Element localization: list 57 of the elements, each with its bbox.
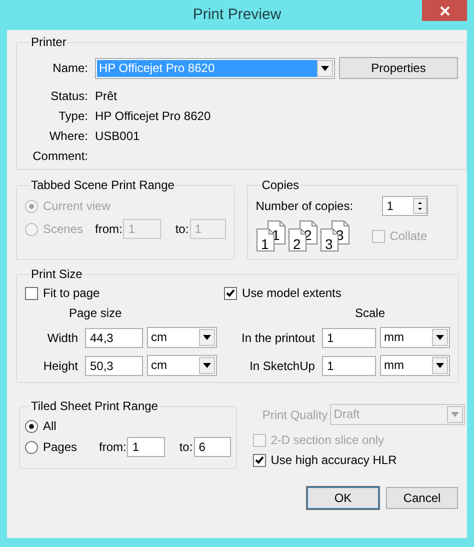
dropdown[interactable]: mm <box>380 355 450 376</box>
name-label: Name: <box>52 60 89 77</box>
input-field[interactable]: 1 <box>127 437 166 457</box>
checkbox[interactable] <box>224 286 237 300</box>
group-title: Tiled Sheet Print Range <box>30 398 159 415</box>
close-icon <box>440 6 450 16</box>
copies-label: Number of copies: <box>256 198 354 215</box>
dropdown[interactable]: cm <box>147 327 217 348</box>
collate-label: Collate <box>390 228 428 245</box>
info-label: Type: <box>58 108 89 124</box>
info-label: Comment: <box>32 148 89 164</box>
input-field[interactable]: 50,3 <box>85 356 143 376</box>
checkbox-label: Fit to page <box>43 285 100 302</box>
group-title: Copies <box>260 177 300 194</box>
field-label: Height <box>42 358 79 374</box>
print-quality-label: Print Quality <box>261 406 329 424</box>
radio-button[interactable] <box>25 440 38 454</box>
to-label: to: <box>175 221 189 238</box>
radio-label: Current view <box>43 198 110 215</box>
checkbox-label: 2-D section slice only <box>270 432 384 449</box>
input-field[interactable]: 6 <box>194 437 231 457</box>
input-field[interactable]: 1 <box>322 328 376 348</box>
close-button[interactable] <box>422 0 467 21</box>
window-title: Print Preview <box>192 4 282 25</box>
radio-label: All <box>43 418 58 435</box>
from-label: from: <box>99 439 126 456</box>
dropdown[interactable]: cm <box>147 355 217 376</box>
radio-label: Pages <box>43 439 78 456</box>
column-heading: Page size <box>69 305 123 320</box>
checkbox[interactable] <box>252 454 266 466</box>
properties-button[interactable]: Properties <box>339 57 458 79</box>
copies-spinner[interactable]: 1 <box>382 196 428 216</box>
checkbox[interactable] <box>25 286 38 300</box>
info-label: Where: <box>48 128 89 144</box>
info-value: Prêt <box>95 88 118 104</box>
field-label: Width <box>46 330 79 346</box>
field-label: In the printout <box>240 330 316 346</box>
field-label: In SketchUp <box>248 358 316 374</box>
dropdown[interactable]: mm <box>380 327 450 348</box>
checkbox-label: Use model extents <box>242 285 342 302</box>
from-label: from: <box>95 221 122 238</box>
to-label: to: <box>179 439 193 456</box>
radio-label: Scenes <box>43 221 84 238</box>
column-heading: Scale <box>355 305 386 320</box>
spin-arrows-icon[interactable] <box>412 198 427 214</box>
dialog-button[interactable]: OK <box>307 487 379 509</box>
group-title: Printer <box>30 34 68 51</box>
input-field[interactable]: 1 <box>322 356 376 376</box>
input-field[interactable]: 44,3 <box>85 328 143 348</box>
checkbox-label: Use high accuracy HLR <box>270 452 397 469</box>
group-title: Tabbed Scene Print Range <box>30 177 176 194</box>
info-label: Status: <box>50 88 89 104</box>
dialog-button[interactable]: Cancel <box>386 487 458 509</box>
group-title: Print Size <box>30 266 84 283</box>
radio-button[interactable] <box>25 420 38 432</box>
info-value: USB001 <box>95 128 140 144</box>
info-value: HP Officejet Pro 8620 <box>95 108 211 124</box>
